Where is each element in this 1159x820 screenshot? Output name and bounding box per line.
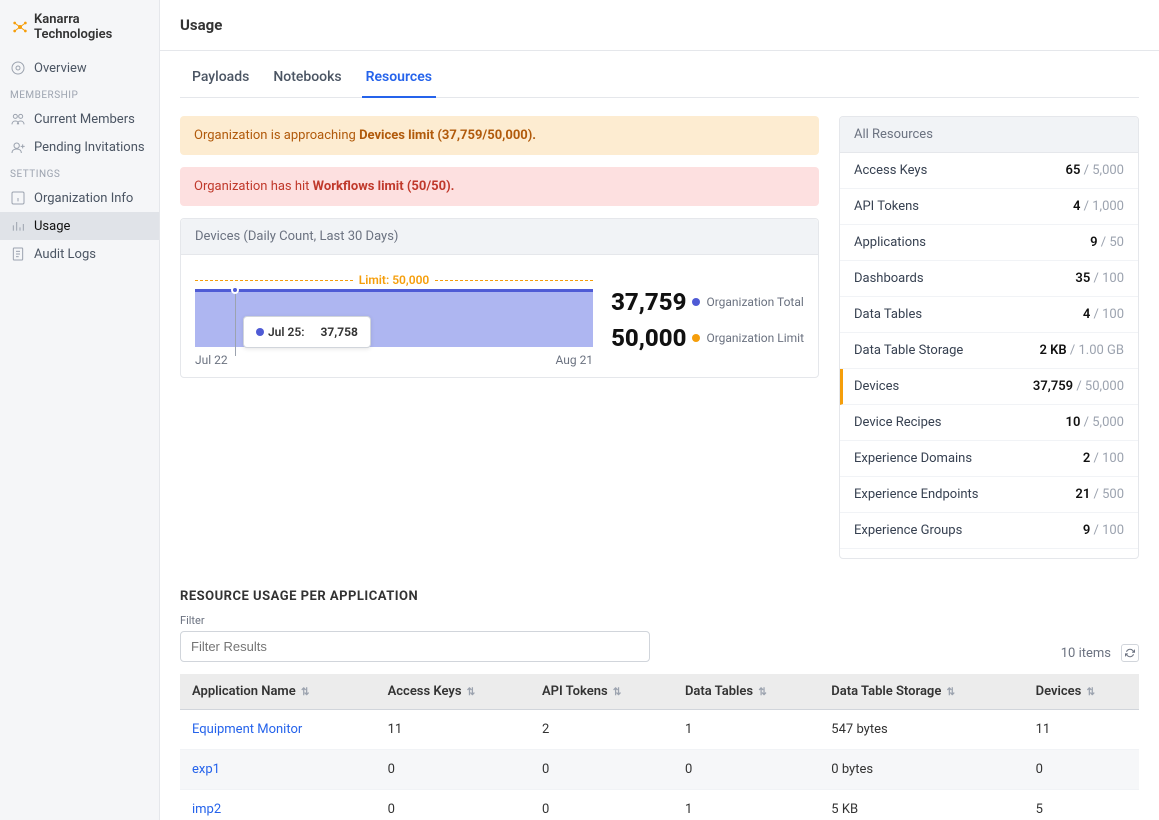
usage-section-title: Resource Usage Per Application [180, 589, 1139, 604]
resource-item-device-recipes[interactable]: Device Recipes10 / 5,000 [840, 405, 1138, 441]
resource-item-api-tokens[interactable]: API Tokens4 / 1,000 [840, 189, 1138, 225]
app-link[interactable]: exp1 [192, 762, 220, 777]
tabs: Payloads Notebooks Resources [180, 51, 1139, 98]
filter-input[interactable] [180, 631, 650, 662]
org-header[interactable]: Kanarra Technologies [0, 0, 159, 54]
col-header[interactable]: Data Table Storage ⇅ [819, 674, 1023, 710]
resource-item-devices[interactable]: Devices37,759 / 50,000 [840, 369, 1138, 405]
col-header[interactable]: Application Name ⇅ [180, 674, 376, 710]
limit-label: Limit: 50,000 [353, 273, 436, 287]
chart-title: Devices (Daily Count, Last 30 Days) [181, 219, 818, 255]
resource-item-experience-domains[interactable]: Experience Domains2 / 100 [840, 441, 1138, 477]
col-header[interactable]: API Tokens ⇅ [530, 674, 673, 710]
chart-stat: 37,759Organization Total [611, 288, 804, 316]
alert-error: Organization has hit Workflows limit (50… [180, 167, 819, 206]
page-title: Usage [180, 16, 1139, 34]
resource-list: All Resources Access Keys65 / 5,000API T… [839, 116, 1139, 559]
sidebar-item-audit-logs[interactable]: Audit Logs [0, 240, 159, 268]
resource-item-access-keys[interactable]: Access Keys65 / 5,000 [840, 153, 1138, 189]
reload-icon[interactable] [1121, 644, 1139, 662]
sidebar: Kanarra Technologies OverviewMEMBERSHIPC… [0, 0, 160, 820]
filter-label: Filter [180, 614, 650, 627]
sidebar-item-overview[interactable]: Overview [0, 54, 159, 82]
col-header[interactable]: Devices ⇅ [1024, 674, 1139, 710]
chart-x-start: Jul 22 [195, 353, 228, 367]
sort-icon[interactable]: ⇅ [947, 687, 955, 698]
resource-item-data-table-storage[interactable]: Data Table Storage2 KB / 1.00 GB [840, 333, 1138, 369]
nav-section-label: SETTINGS [0, 161, 159, 184]
items-count: 10 items [1061, 646, 1111, 661]
app-link[interactable]: imp2 [192, 802, 221, 817]
resource-item-experience-endpoints[interactable]: Experience Endpoints21 / 500 [840, 477, 1138, 513]
resource-item-experience-groups[interactable]: Experience Groups9 / 100 [840, 513, 1138, 549]
resource-item-experience-slugs[interactable]: Experience Slugs3 / 100 [840, 549, 1138, 558]
usage-table: Application Name ⇅Access Keys ⇅API Token… [180, 674, 1139, 820]
col-header[interactable]: Data Tables ⇅ [673, 674, 819, 710]
sidebar-item-organization-info[interactable]: Organization Info [0, 184, 159, 212]
sort-icon[interactable]: ⇅ [613, 687, 621, 698]
sort-icon[interactable]: ⇅ [758, 687, 766, 698]
table-row: Equipment Monitor1121547 bytes11 [180, 710, 1139, 750]
alert-warn: Organization is approaching Devices limi… [180, 116, 819, 155]
org-name: Kanarra Technologies [34, 12, 147, 42]
tab-notebooks[interactable]: Notebooks [273, 69, 341, 97]
sidebar-item-pending-invitations[interactable]: Pending Invitations [0, 133, 159, 161]
resource-item-dashboards[interactable]: Dashboards35 / 100 [840, 261, 1138, 297]
logo-icon [12, 18, 28, 36]
chart-card: Devices (Daily Count, Last 30 Days) Limi… [180, 218, 819, 378]
main: Usage Payloads Notebooks Resources Organiz… [160, 0, 1159, 820]
chart-area: Limit: 50,000 Jul 25: [195, 273, 593, 367]
resource-item-data-tables[interactable]: Data Tables4 / 100 [840, 297, 1138, 333]
sidebar-item-usage[interactable]: Usage [0, 212, 159, 240]
table-row: exp10000 bytes0 [180, 750, 1139, 790]
table-row: imp20015 KB5 [180, 790, 1139, 820]
resource-item-applications[interactable]: Applications9 / 50 [840, 225, 1138, 261]
sort-icon[interactable]: ⇅ [1087, 687, 1095, 698]
header: Usage [160, 0, 1159, 51]
sort-icon[interactable]: ⇅ [467, 687, 475, 698]
tab-payloads[interactable]: Payloads [192, 69, 249, 97]
sidebar-item-current-members[interactable]: Current Members [0, 105, 159, 133]
sort-icon[interactable]: ⇅ [301, 687, 309, 698]
tab-resources[interactable]: Resources [366, 69, 432, 97]
col-header[interactable]: Access Keys ⇅ [376, 674, 530, 710]
app-link[interactable]: Equipment Monitor [192, 722, 302, 737]
chart-tooltip: Jul 25: 37,758 [243, 316, 371, 348]
chart-stat: 50,000Organization Limit [611, 324, 804, 352]
chart-x-end: Aug 21 [555, 353, 593, 367]
chart-marker-dot [231, 286, 239, 294]
resource-list-header: All Resources [840, 117, 1138, 153]
nav-section-label: MEMBERSHIP [0, 82, 159, 105]
